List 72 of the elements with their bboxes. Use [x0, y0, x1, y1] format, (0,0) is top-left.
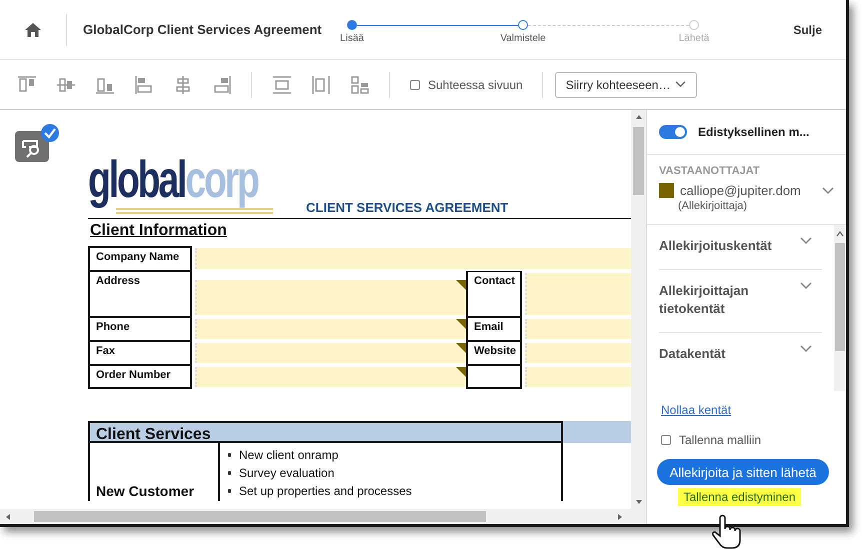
vertical-scrollbar[interactable]: [631, 110, 646, 509]
checkbox-label: Tallenna malliin: [679, 433, 762, 447]
field-label: Address: [88, 271, 192, 317]
bullet-icon: [228, 453, 231, 457]
field-label: Phone: [88, 317, 192, 341]
field-marker-icon: [456, 319, 466, 329]
sign-and-send-button[interactable]: Allekirjoita ja sitten lähetä: [657, 459, 829, 485]
form-field[interactable]: [195, 280, 466, 315]
bullet-icon: [228, 489, 231, 493]
chevron-down-icon[interactable]: [822, 186, 834, 194]
bullet-icon: [228, 471, 231, 475]
field-label: Order Number: [88, 365, 192, 389]
goto-dropdown[interactable]: Siirry kohteeseen…: [554, 72, 697, 98]
table-header: Client Services: [88, 421, 563, 443]
align-right-icon[interactable]: [212, 74, 232, 94]
section-toggle[interactable]: Datakentät: [659, 345, 779, 363]
toggle-label: Edistyksellinen m...: [698, 125, 810, 139]
panel-scrollbar[interactable]: [834, 225, 846, 391]
form-field[interactable]: [195, 248, 631, 269]
field-label: Website: [466, 341, 522, 365]
field-label: Company Name: [88, 246, 192, 271]
table-cell: New Customer: [88, 443, 220, 501]
chevron-down-icon[interactable]: [800, 345, 812, 353]
company-logo: globalcorp: [88, 147, 300, 215]
scroll-up-icon[interactable]: [836, 231, 844, 237]
checkbox-label: Suhteessa sivuun: [428, 78, 523, 92]
field-marker-icon: [456, 343, 466, 353]
section-toggle[interactable]: Allekirjoituskentät: [659, 237, 779, 255]
scroll-right-icon[interactable]: [616, 512, 624, 520]
scroll-left-icon[interactable]: [4, 512, 12, 520]
distribute-vertical-icon[interactable]: [272, 74, 292, 94]
scroll-up-icon[interactable]: [634, 113, 642, 121]
align-left-icon[interactable]: [134, 74, 154, 94]
scroll-thumb[interactable]: [835, 243, 845, 351]
chevron-down-icon: [674, 81, 686, 88]
list-item: Set up properties and processes: [239, 484, 412, 498]
recipient-email: calliope@jupiter.dom: [680, 183, 802, 198]
list-item: Survey evaluation: [239, 466, 334, 480]
scroll-thumb[interactable]: [34, 511, 486, 522]
grid-layout-icon[interactable]: [350, 74, 370, 94]
form-field[interactable]: [195, 319, 466, 339]
checkbox[interactable]: [661, 435, 671, 445]
section-title: Client Information: [90, 222, 227, 240]
table-cell: [466, 365, 522, 389]
chevron-down-icon[interactable]: [800, 237, 812, 245]
step-label[interactable]: Valmistele: [500, 32, 546, 44]
toggle-switch[interactable]: [659, 125, 687, 139]
field-marker-icon: [456, 280, 466, 290]
document-title: GlobalCorp Client Services Agreement: [83, 22, 323, 37]
save-progress-link[interactable]: Tallenna edistyminen: [678, 488, 801, 506]
home-icon[interactable]: [24, 22, 42, 38]
form-field[interactable]: [195, 343, 466, 363]
scroll-thumb[interactable]: [633, 127, 644, 195]
field-label: Fax: [88, 341, 192, 365]
step-label[interactable]: Lisää: [340, 32, 364, 44]
scroll-down-icon[interactable]: [634, 498, 642, 506]
close-button[interactable]: Sulje: [793, 22, 822, 36]
horizontal-scrollbar[interactable]: [0, 509, 646, 524]
list-item: New client onramp: [239, 448, 338, 462]
chevron-down-icon[interactable]: [800, 282, 812, 290]
field-marker-icon: [456, 367, 466, 377]
section-toggle[interactable]: Allekirjoittajan tietokentät: [659, 282, 779, 318]
form-field[interactable]: [195, 367, 466, 387]
align-top-icon[interactable]: [17, 74, 37, 94]
section-heading: VASTAANOTTAJAT: [659, 165, 761, 177]
checkbox[interactable]: [410, 80, 420, 90]
recipient-role: (Allekirjoittaja): [678, 200, 748, 212]
field-label: Email: [466, 317, 522, 341]
reset-fields-link[interactable]: Nollaa kentät: [661, 403, 732, 417]
field-label: Contact: [466, 271, 522, 317]
agreement-heading: CLIENT SERVICES AGREEMENT: [306, 200, 508, 215]
distribute-horizontal-icon[interactable]: [311, 74, 331, 94]
